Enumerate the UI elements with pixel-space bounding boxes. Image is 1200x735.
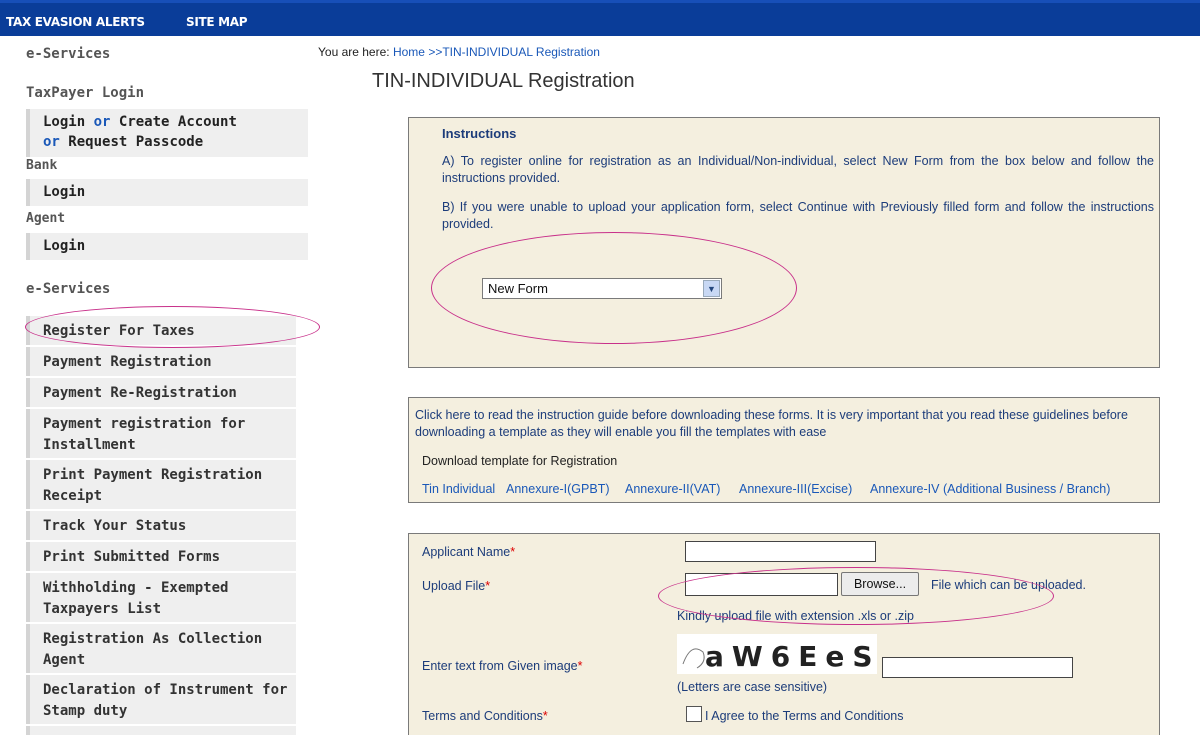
template-link-tin-individual[interactable]: Tin Individual	[422, 482, 495, 496]
breadcrumb: You are here: Home >>TIN-INDIVIDUAL Regi…	[318, 45, 600, 59]
sidebar-item-label: Print Payment Registration	[43, 467, 263, 483]
annotation-ellipse-register	[25, 306, 320, 348]
taxpayer-login-link[interactable]: Login	[43, 114, 85, 130]
captcha-input[interactable]	[882, 657, 1073, 678]
sidebar-item-withholding-exempted[interactable]: Withholding - Exempted Taxpayers List	[26, 573, 296, 622]
breadcrumb-prefix: You are here:	[318, 45, 390, 59]
instruction-guide-link[interactable]: Click here to read the instruction guide…	[415, 407, 1155, 441]
captcha-text: aW6EeS	[705, 640, 877, 673]
sidebar-heading-eservices: e-Services	[26, 46, 111, 62]
sidebar-item-partial	[26, 726, 296, 735]
sidebar-item-label: Installment	[43, 437, 136, 453]
or-text: or	[93, 114, 111, 130]
sidebar-item-print-payment-receipt[interactable]: Print Payment Registration Receipt	[26, 460, 296, 509]
annotation-ellipse-upload	[658, 567, 1054, 625]
sidebar-item-label: Payment registration for	[43, 416, 246, 432]
sidebar-item-label: Declaration of Instrument for	[43, 682, 288, 698]
sidebar-item-label: Track Your Status	[43, 518, 187, 534]
taxpayer-login-box: Login or Create Account or Request Passc…	[26, 109, 308, 157]
template-link-annexure-4[interactable]: Annexure-IV (Additional Business / Branc…	[870, 482, 1110, 496]
breadcrumb-current: >>TIN-INDIVIDUAL Registration	[428, 45, 600, 59]
upload-file-label: Upload File*	[422, 579, 491, 593]
agent-login-link[interactable]: Login	[26, 233, 308, 260]
template-link-annexure-2[interactable]: Annexure-II(VAT)	[625, 482, 720, 496]
sidebar-item-collection-agent[interactable]: Registration As Collection Agent	[26, 624, 296, 673]
download-template-title: Download template for Registration	[422, 454, 618, 468]
agree-terms-checkbox[interactable]	[686, 706, 702, 722]
breadcrumb-home-link[interactable]: Home	[393, 45, 425, 59]
instructions-title: Instructions	[442, 126, 517, 141]
instruction-a: A) To register online for registration a…	[442, 154, 1154, 185]
sidebar-item-label: Payment Re-Registration	[43, 385, 237, 401]
site-map-link[interactable]: SITE MAP	[186, 15, 248, 29]
sidebar-item-label: Print Submitted Forms	[43, 549, 221, 565]
sidebar-item-label: Agent	[43, 652, 86, 668]
applicant-name-input[interactable]	[685, 541, 876, 562]
captcha-label: Enter text from Given image*	[422, 659, 583, 673]
sidebar-heading-eservices-2: e-Services	[26, 281, 111, 297]
terms-label: Terms and Conditions*	[422, 709, 548, 723]
applicant-name-label: Applicant Name*	[422, 545, 516, 559]
sidebar-item-label: Stamp duty	[43, 703, 128, 719]
or-text: or	[43, 134, 60, 150]
agree-terms-label: I Agree to the Terms and Conditions	[705, 709, 904, 723]
top-nav-bar: TAX EVASION ALERTS SITE MAP	[0, 0, 1200, 36]
bank-login-link[interactable]: Login	[26, 179, 308, 206]
guide-panel: Click here to read the instruction guide…	[408, 397, 1160, 503]
request-passcode-link[interactable]: Request Passcode	[68, 134, 203, 150]
sidebar-item-label: Taxpayers List	[43, 601, 162, 617]
sidebar-item-stamp-duty[interactable]: Declaration of Instrument for Stamp duty	[26, 675, 296, 724]
sidebar-heading-agent: Agent	[26, 211, 66, 226]
tax-evasion-alerts-link[interactable]: TAX EVASION ALERTS	[6, 15, 145, 29]
sidebar: e-Services TaxPayer Login Login or Creat…	[0, 36, 310, 735]
instruction-b: B) If you were unable to upload your app…	[442, 200, 1154, 231]
sidebar-item-label: Withholding - Exempted	[43, 580, 229, 596]
captcha-graphic: aW6EeS	[682, 640, 877, 673]
sidebar-item-track-status[interactable]: Track Your Status	[26, 511, 296, 540]
sidebar-item-label: Registration As Collection	[43, 631, 263, 647]
case-sensitive-note: (Letters are case sensitive)	[677, 680, 828, 694]
captcha-image: aW6EeS	[677, 634, 877, 674]
template-link-annexure-3[interactable]: Annexure-III(Excise)	[739, 482, 852, 496]
sidebar-item-label: Payment Registration	[43, 354, 212, 370]
sidebar-item-print-submitted-forms[interactable]: Print Submitted Forms	[26, 542, 296, 571]
annotation-ellipse-select	[431, 232, 797, 344]
sidebar-item-payment-re-registration[interactable]: Payment Re-Registration	[26, 378, 296, 407]
sidebar-item-payment-registration-installment[interactable]: Payment registration for Installment	[26, 409, 296, 458]
template-link-annexure-1[interactable]: Annexure-I(GPBT)	[506, 482, 610, 496]
sidebar-item-label: Receipt	[43, 488, 103, 504]
sidebar-heading-bank: Bank	[26, 158, 58, 173]
create-account-link[interactable]: Create Account	[119, 114, 237, 130]
registration-form-panel: Applicant Name* Upload File* Browse... F…	[408, 533, 1160, 735]
sidebar-heading-taxpayer-login: TaxPayer Login	[26, 85, 145, 101]
page-title: TIN-INDIVIDUAL Registration	[372, 70, 635, 92]
sidebar-item-payment-registration[interactable]: Payment Registration	[26, 347, 296, 376]
